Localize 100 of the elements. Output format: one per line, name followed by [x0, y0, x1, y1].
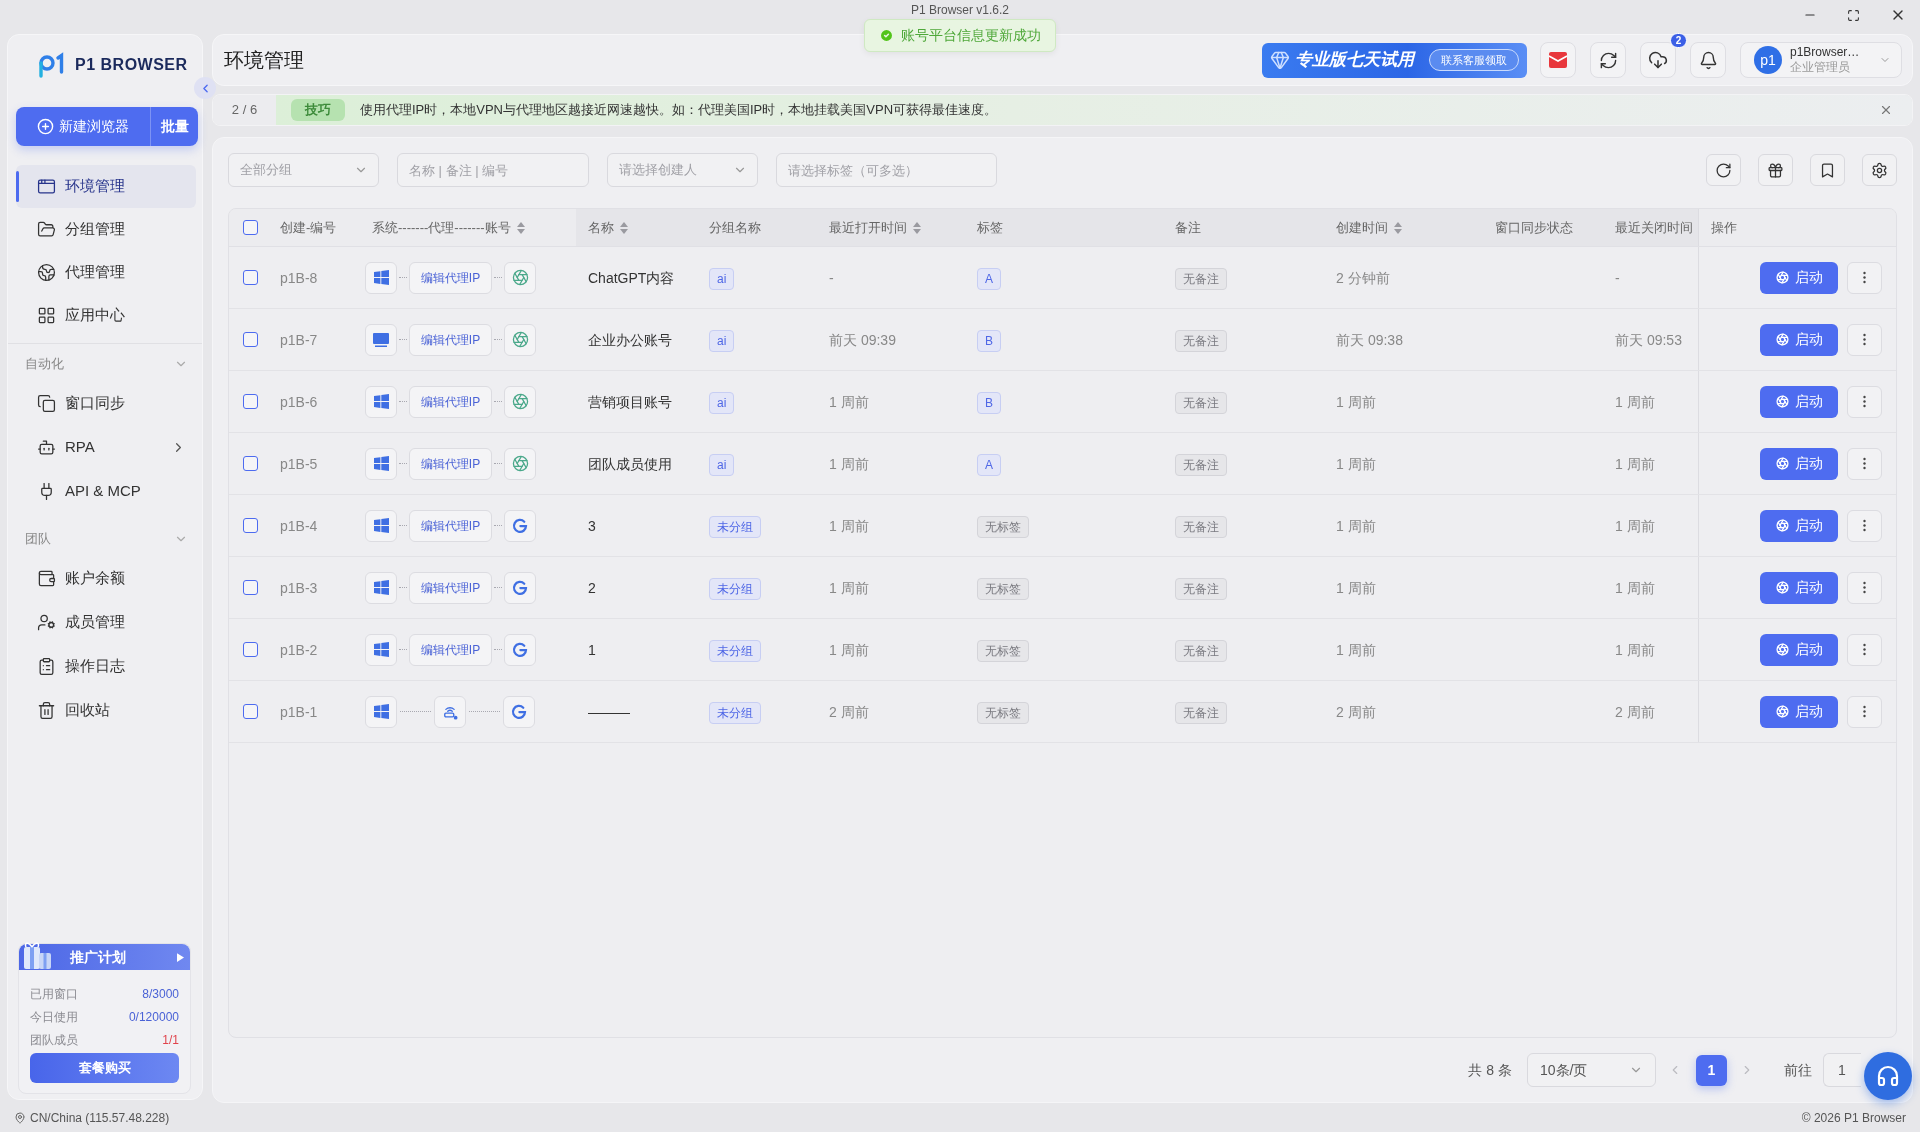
nav-item[interactable]: 成员管理 — [16, 600, 196, 644]
nav-item[interactable]: RPA — [16, 425, 196, 469]
nav-item[interactable]: 窗口同步 — [16, 381, 196, 425]
windows-icon[interactable] — [365, 633, 397, 666]
nav-item[interactable]: 操作日志 — [16, 644, 196, 688]
edit-proxy-button[interactable]: 编辑代理IP — [409, 633, 492, 666]
column-header: 最近打开时间 — [829, 218, 907, 237]
nav-item[interactable]: 分组管理 — [16, 208, 196, 251]
edit-proxy-button[interactable]: 编辑代理IP — [409, 509, 492, 542]
checkbox[interactable] — [243, 642, 258, 657]
envelope-button[interactable] — [1540, 42, 1576, 78]
collapse-button[interactable] — [194, 77, 216, 99]
edit-proxy-button[interactable]: 编辑代理IP — [409, 261, 492, 294]
router-icon[interactable] — [434, 695, 466, 728]
launch-button[interactable]: 启动 — [1760, 633, 1838, 666]
checkbox[interactable] — [243, 704, 258, 719]
download-button[interactable] — [1640, 42, 1676, 78]
edit-proxy-button[interactable]: 编辑代理IP — [409, 571, 492, 604]
bookmark-button[interactable] — [1810, 154, 1845, 186]
table-cell: 2 周前 — [1615, 703, 1655, 720]
toast-message: 账号平台信息更新成功 — [901, 26, 1041, 45]
triangle-icon[interactable] — [177, 952, 184, 962]
label-tag: A — [977, 453, 1001, 476]
launch-button[interactable]: 启动 — [1760, 261, 1838, 294]
note-tag: 无备注 — [1175, 329, 1227, 352]
windows-icon[interactable] — [365, 447, 397, 480]
section-header[interactable]: 自动化 — [16, 349, 196, 379]
promo-header[interactable]: 推广计划 — [19, 944, 190, 970]
aperture-icon[interactable] — [504, 385, 536, 418]
notification-button[interactable] — [1690, 42, 1726, 78]
batch-button[interactable]: 批量 — [151, 107, 198, 146]
user-role: 企业管理员 — [1790, 60, 1850, 75]
edit-proxy-button[interactable]: 编辑代理IP — [409, 323, 492, 356]
aperture-icon — [1775, 333, 1789, 346]
nav-item[interactable]: 环境管理 — [16, 165, 196, 208]
table-cell: 1 周前 — [829, 641, 869, 658]
checkbox[interactable] — [243, 394, 258, 409]
user-menu[interactable]: p1 p1Browser… 企业管理员 — [1740, 42, 1902, 78]
nav-item[interactable]: 代理管理 — [16, 251, 196, 294]
globe-icon — [37, 263, 56, 282]
checkbox[interactable] — [243, 270, 258, 285]
launch-button[interactable]: 启动 — [1760, 323, 1838, 356]
aperture-icon[interactable] — [504, 447, 536, 480]
connector-line — [494, 587, 502, 588]
checkbox[interactable] — [243, 220, 258, 235]
nav-item[interactable]: 应用中心 — [16, 294, 196, 337]
filter-field[interactable]: 请选择标签（可多选） — [776, 153, 997, 187]
trial-banner[interactable]: 专业版七天试用 联系客服领取 — [1262, 42, 1527, 78]
g-logo-icon[interactable] — [504, 633, 536, 666]
settings-icon — [1871, 161, 1888, 179]
settings-button[interactable] — [1862, 154, 1897, 186]
new-browser-button[interactable]: 新建浏览器 — [16, 107, 151, 146]
page-size-select[interactable]: 10条/页 — [1527, 1053, 1656, 1087]
windows-icon[interactable] — [365, 261, 397, 294]
gift-button[interactable] — [1758, 154, 1793, 186]
launch-button[interactable]: 启动 — [1760, 385, 1838, 418]
column-header: 名称 — [588, 218, 614, 237]
launch-button[interactable]: 启动 — [1760, 695, 1838, 728]
label-tag: 无标签 — [977, 515, 1029, 538]
windows-icon[interactable] — [365, 695, 397, 728]
maximize-icon[interactable] — [1847, 8, 1860, 22]
purchase-button[interactable]: 套餐购买 — [30, 1053, 179, 1083]
launch-button[interactable]: 启动 — [1760, 509, 1838, 542]
edit-proxy-button[interactable]: 编辑代理IP — [409, 385, 492, 418]
goto-field[interactable]: 1 — [1823, 1053, 1861, 1087]
table-cell: - — [1615, 269, 1620, 286]
windows-icon[interactable] — [365, 509, 397, 542]
launch-button[interactable]: 启动 — [1760, 571, 1838, 604]
sort-icon[interactable] — [516, 221, 525, 234]
nav-item[interactable]: API & MCP — [16, 469, 196, 513]
trash-icon — [37, 700, 56, 720]
filter-field[interactable]: 名称 | 备注 | 编号 — [397, 153, 589, 187]
refresh-button[interactable] — [1706, 154, 1741, 186]
edit-proxy-button[interactable]: 编辑代理IP — [409, 447, 492, 480]
sort-icon[interactable] — [1394, 221, 1402, 234]
section-header[interactable]: 团队 — [16, 524, 196, 554]
aperture-icon[interactable] — [504, 323, 536, 356]
checkbox[interactable] — [243, 580, 258, 595]
monitor-icon[interactable] — [365, 323, 397, 356]
table-cell: 前天 09:53 — [1615, 331, 1682, 348]
aperture-icon — [1775, 643, 1789, 656]
checkbox[interactable] — [243, 518, 258, 533]
launch-button[interactable]: 启动 — [1760, 447, 1838, 480]
nav-item[interactable]: 账户余额 — [16, 556, 196, 600]
nav-item[interactable]: 回收站 — [16, 688, 196, 732]
g-logo-icon[interactable] — [504, 509, 536, 542]
windows-icon[interactable] — [365, 385, 397, 418]
page-button[interactable]: 1 — [1696, 1054, 1727, 1086]
sort-icon[interactable] — [913, 221, 921, 234]
g-logo-icon[interactable] — [504, 571, 536, 604]
checkbox[interactable] — [243, 332, 258, 347]
table-cell: 2 周前 — [829, 703, 869, 720]
sync-button[interactable] — [1590, 42, 1626, 78]
g-logo-icon[interactable] — [503, 695, 535, 728]
aperture-icon[interactable] — [504, 261, 536, 294]
contact-button[interactable]: 联系客服领取 — [1429, 49, 1519, 71]
sort-icon[interactable] — [620, 221, 628, 234]
windows-icon[interactable] — [365, 571, 397, 604]
more-icon — [1863, 333, 1866, 346]
checkbox[interactable] — [243, 456, 258, 471]
